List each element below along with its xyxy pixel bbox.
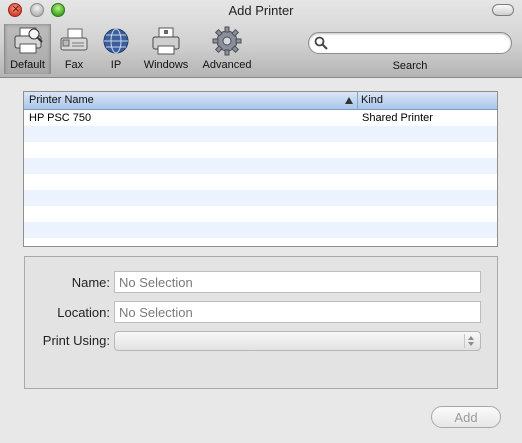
toolbar-label-advanced: Advanced bbox=[202, 59, 252, 71]
toolbar-item-advanced[interactable]: Advanced bbox=[198, 24, 256, 74]
toolbar-label-windows: Windows bbox=[143, 59, 189, 71]
name-label: Name: bbox=[71, 275, 110, 290]
window-title: Add Printer bbox=[228, 3, 294, 18]
print-using-label: Print Using: bbox=[42, 333, 110, 348]
search-icon bbox=[314, 36, 328, 50]
table-header: Printer Name Kind bbox=[24, 92, 497, 110]
table-row-empty bbox=[24, 126, 497, 142]
toolbar-label-ip: IP bbox=[110, 59, 122, 71]
toolbar-toggle-button[interactable] bbox=[492, 4, 514, 16]
toolbar-label-default: Default bbox=[10, 59, 45, 71]
toolbar-item-fax[interactable]: Fax bbox=[55, 24, 93, 74]
table-row-empty bbox=[24, 174, 497, 190]
printer-default-icon bbox=[14, 27, 43, 54]
titlebar: Add Printer Default Fax bbox=[0, 0, 522, 78]
toolbar-label-fax: Fax bbox=[64, 59, 84, 71]
gear-icon bbox=[212, 26, 242, 56]
column-header-kind[interactable]: Kind bbox=[361, 94, 383, 106]
windows-printer-icon bbox=[152, 27, 180, 55]
table-row-empty bbox=[24, 158, 497, 174]
column-divider[interactable] bbox=[357, 92, 358, 110]
name-field[interactable]: No Selection bbox=[114, 271, 481, 293]
add-button-label: Add bbox=[454, 410, 478, 425]
add-printer-window: Add Printer Default Fax bbox=[0, 0, 522, 443]
column-header-printer-name[interactable]: Printer Name bbox=[29, 94, 94, 106]
fax-icon bbox=[60, 28, 88, 51]
sort-ascending-icon bbox=[345, 97, 353, 104]
add-button[interactable]: Add bbox=[431, 406, 501, 428]
printer-kind-cell: Shared Printer bbox=[362, 112, 433, 124]
table-row-empty bbox=[24, 222, 497, 238]
globe-icon bbox=[103, 28, 129, 54]
table-row-empty bbox=[24, 142, 497, 158]
printer-list-table: Printer Name Kind HP PSC 750 Shared Prin… bbox=[23, 91, 498, 247]
search-label: Search bbox=[392, 60, 428, 72]
location-value: No Selection bbox=[119, 305, 193, 320]
popup-arrows-icon bbox=[464, 334, 476, 348]
table-row[interactable]: HP PSC 750 Shared Printer bbox=[24, 110, 497, 126]
name-value: No Selection bbox=[119, 275, 193, 290]
print-using-select[interactable] bbox=[114, 331, 481, 351]
printer-name-cell: HP PSC 750 bbox=[29, 112, 92, 124]
search-field[interactable] bbox=[308, 32, 512, 54]
toolbar-item-default[interactable]: Default bbox=[4, 24, 51, 74]
toolbar-item-windows[interactable]: Windows bbox=[140, 24, 192, 74]
table-row-empty bbox=[24, 206, 497, 222]
location-label: Location: bbox=[57, 305, 110, 320]
printer-details-panel: Name: No Selection Location: No Selectio… bbox=[24, 256, 498, 389]
toolbar-item-ip[interactable]: IP bbox=[98, 24, 134, 74]
table-rows: HP PSC 750 Shared Printer bbox=[24, 110, 497, 238]
table-row-empty bbox=[24, 190, 497, 206]
location-field[interactable]: No Selection bbox=[114, 301, 481, 323]
